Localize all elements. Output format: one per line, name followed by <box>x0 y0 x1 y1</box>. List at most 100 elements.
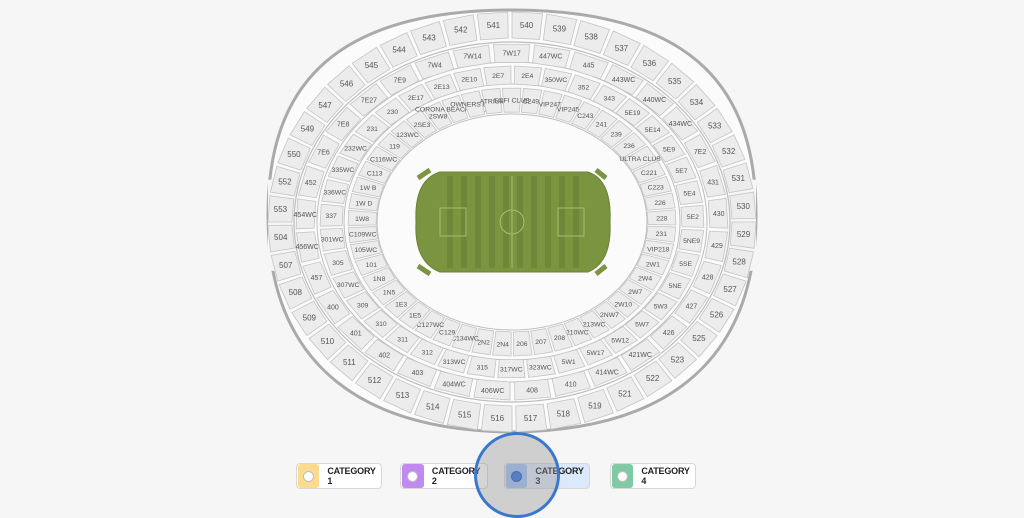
section-label: 504 <box>274 233 288 242</box>
section-label: 533 <box>708 122 722 131</box>
section-label: 540 <box>520 21 534 30</box>
section-label: 7E27 <box>361 97 377 104</box>
section-label: 5W3 <box>654 303 668 310</box>
section-label: 231 <box>367 126 379 133</box>
section-label: 426 <box>663 330 675 337</box>
section-label: 7W4 <box>427 63 442 70</box>
section-label: 210WC <box>566 329 589 336</box>
section-label: C127WC <box>417 322 445 329</box>
section-label: 2NW7 <box>600 312 619 319</box>
category-3-chip[interactable]: CATEGORY 3 <box>504 463 590 489</box>
section-label: 5NE9 <box>683 238 700 245</box>
section-label: 2N4 <box>496 341 509 348</box>
section-label: 402 <box>379 353 391 360</box>
section-label: 2N2 <box>477 339 490 346</box>
section-label: 5W17 <box>587 350 605 357</box>
section-label: 241 <box>596 122 608 129</box>
section-label: C129 <box>439 330 455 337</box>
section-label: 2E7 <box>492 73 504 80</box>
section-label: 336WC <box>323 190 346 197</box>
section-label: 5W12 <box>611 337 629 344</box>
section-label: 2SE3 <box>414 122 431 129</box>
section-label: 522 <box>646 374 660 383</box>
category-4-swatch <box>612 464 634 488</box>
section-label: 352 <box>578 84 590 91</box>
field-stripe <box>545 176 551 268</box>
section-label: 343 <box>604 96 616 103</box>
section-label: 523 <box>671 356 685 365</box>
section-label: 1N5 <box>383 289 396 296</box>
section-label: 530 <box>737 202 751 211</box>
section-label: VIP218 <box>647 246 670 253</box>
section-label: 547 <box>318 101 332 110</box>
section-label: 323WC <box>529 365 552 372</box>
section-label: 542 <box>454 25 468 34</box>
section-label: 514 <box>426 403 440 412</box>
seating-map: 540 539 538 537 536 535 534 533 532 531 530 529 528 5… <box>0 0 1024 518</box>
section-label: 7W17 <box>502 51 520 58</box>
section-label: 317WC <box>500 366 523 373</box>
section-label: 400 <box>327 304 339 311</box>
section-label: 119 <box>389 144 400 151</box>
section-label: 1E5 <box>409 313 421 320</box>
section-label: 301WC <box>321 237 344 244</box>
section-label: C134WC <box>451 335 479 342</box>
section-label: 508 <box>289 288 303 297</box>
section-label: 2E10 <box>461 77 477 84</box>
section-label: 545 <box>365 61 379 70</box>
section-label: 457 <box>311 275 323 282</box>
section-label: 231 <box>656 231 668 238</box>
section-label: 428 <box>702 274 714 281</box>
section-label: 454WC <box>294 212 317 219</box>
section-label: 525 <box>692 334 706 343</box>
category-4-chip[interactable]: CATEGORY 4 <box>610 463 696 489</box>
section-label: 2W4 <box>638 276 652 283</box>
section-label: 532 <box>722 147 736 156</box>
section-label: 447WC <box>539 53 562 60</box>
section-label: 535 <box>668 77 682 86</box>
section-label: 410 <box>565 382 577 389</box>
section-label: 5E14 <box>645 127 661 134</box>
section-label: 350WC <box>545 77 568 84</box>
section-label: 5E19 <box>625 110 641 117</box>
section-label: 552 <box>278 177 292 186</box>
section-label: 5E4 <box>683 191 695 198</box>
section-label: 403 <box>412 370 424 377</box>
section-label: 452 <box>305 180 317 187</box>
category-2-chip[interactable]: CATEGORY 2 <box>400 463 488 489</box>
section-label: SOFI CLUB <box>494 98 530 105</box>
section-label: 213WC <box>583 322 606 329</box>
section-label: 232WC <box>344 146 367 153</box>
field-stripe <box>503 176 509 268</box>
section-label: 1W B <box>360 185 377 192</box>
section-label: 208 <box>554 335 566 342</box>
section-label: 544 <box>392 45 406 54</box>
category-1-chip[interactable]: CATEGORY 1 <box>296 463 382 489</box>
section-label: C116WC <box>370 156 397 163</box>
section-label: 5E2 <box>687 214 699 221</box>
field-stripe <box>475 176 481 268</box>
section-label: 421WC <box>629 352 652 359</box>
section-label: 509 <box>303 313 317 322</box>
section-label: 1E3 <box>395 302 407 309</box>
section-label: 534 <box>690 98 704 107</box>
section-label: 105WC <box>354 247 377 254</box>
section-label: C109WC <box>349 231 377 238</box>
category-3-swatch <box>506 464 528 488</box>
section-label: 207 <box>535 339 547 346</box>
section-label: 515 <box>458 410 472 419</box>
category-2-label: CATEGORY 2 <box>431 466 481 486</box>
section-label: 5E7 <box>675 168 687 175</box>
section-label: 7E2 <box>694 149 707 156</box>
section-label: 434WC <box>669 121 692 128</box>
section-label: 305 <box>332 260 344 267</box>
section-label: 440WC <box>643 97 666 104</box>
section-label: 531 <box>732 174 746 183</box>
section-label: 228 <box>656 215 668 222</box>
section-label: 101 <box>366 262 378 269</box>
section-label: 414WC <box>596 370 619 377</box>
field-stripe <box>573 176 579 268</box>
section-label: C243 <box>577 113 593 120</box>
section-label: 236 <box>623 143 635 150</box>
section-label: 5NE <box>669 283 683 290</box>
